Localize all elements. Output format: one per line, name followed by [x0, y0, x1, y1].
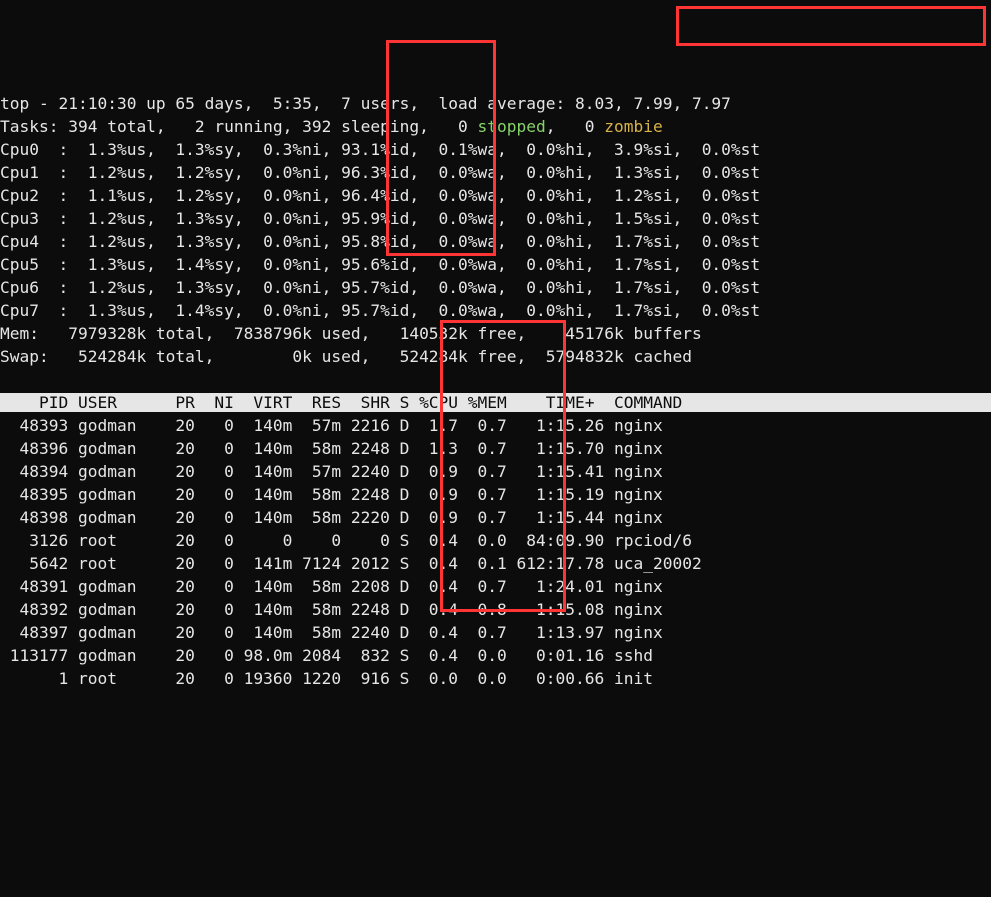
cpu-line: Cpu1 : 1.2%us, 1.2%sy, 0.0%ni, 96.3%id, …	[0, 163, 760, 182]
highlight-process-state	[440, 320, 566, 612]
cpu-line: Cpu0 : 1.3%us, 1.3%sy, 0.3%ni, 93.1%id, …	[0, 140, 760, 159]
cpu-line: Cpu4 : 1.2%us, 1.3%sy, 0.0%ni, 95.8%id, …	[0, 232, 760, 251]
cpu-line: Cpu6 : 1.2%us, 1.3%sy, 0.0%ni, 95.7%id, …	[0, 278, 760, 297]
top-summary: top - 21:10:30 up 65 days, 5:35, 7 users…	[0, 94, 731, 113]
process-row: 113177 godman 20 0 98.0m 2084 832 S 0.4 …	[0, 646, 653, 665]
cpu-line: Cpu2 : 1.1%us, 1.2%sy, 0.0%ni, 96.4%id, …	[0, 186, 760, 205]
highlight-cpu-idle	[386, 40, 496, 256]
process-row: 3126 root 20 0 0 0 0 S 0.4 0.0 84:09.90 …	[0, 531, 692, 550]
cpu-line: Cpu5 : 1.3%us, 1.4%sy, 0.0%ni, 95.6%id, …	[0, 255, 760, 274]
mem-line: Mem: 7979328k total, 7838796k used, 1405…	[0, 324, 702, 343]
tasks-line: Tasks: 394 total, 2 running, 392 sleepin…	[0, 117, 663, 136]
cpu-line: Cpu7 : 1.3%us, 1.4%sy, 0.0%ni, 95.7%id, …	[0, 301, 760, 320]
process-row: 1 root 20 0 19360 1220 916 S 0.0 0.0 0:0…	[0, 669, 653, 688]
swap-line: Swap: 524284k total, 0k used, 524284k fr…	[0, 347, 692, 366]
cpu-line: Cpu3 : 1.2%us, 1.3%sy, 0.0%ni, 95.9%id, …	[0, 209, 760, 228]
process-row: 5642 root 20 0 141m 7124 2012 S 0.4 0.1 …	[0, 554, 702, 573]
highlight-load-average	[676, 6, 986, 46]
